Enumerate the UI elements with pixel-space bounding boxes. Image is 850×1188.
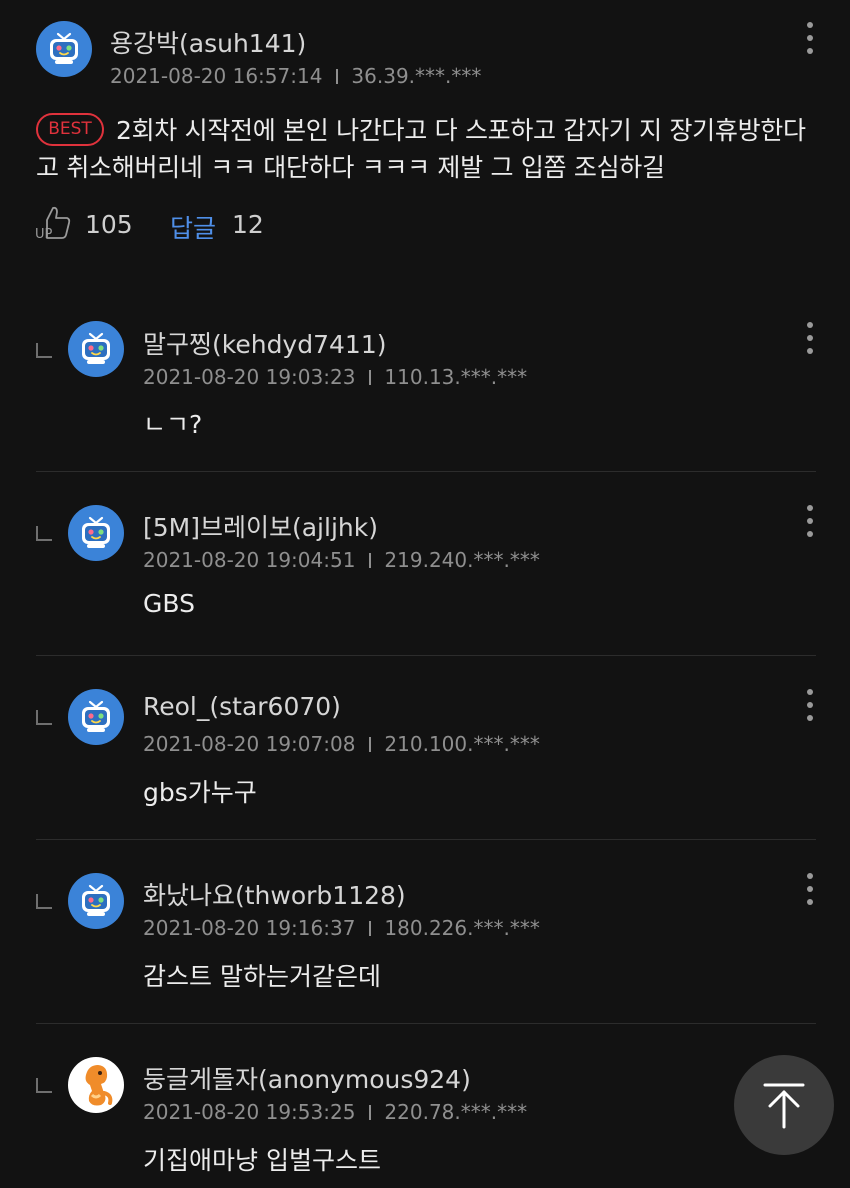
tv-mascot-icon — [82, 884, 110, 916]
divider — [36, 655, 816, 656]
reply-datetime: 2021-08-20 19:07:08 — [143, 732, 356, 756]
like-icon-label: UP — [35, 227, 53, 242]
meta-separator — [336, 69, 339, 84]
more-options-button[interactable] — [800, 871, 820, 907]
arrow-up-icon — [763, 1083, 805, 1129]
reply-indent-icon — [36, 343, 52, 358]
avatar[interactable] — [68, 321, 124, 377]
comment-thread: 용강박(asuh141) 2021-08-20 16:57:14 36.39.**… — [0, 0, 850, 1188]
scroll-top-button[interactable] — [734, 1055, 834, 1155]
reply-author[interactable]: [5M]브레이보(ajljhk) — [143, 508, 378, 544]
reply-body: 기집애마냥 입벌구스트 — [143, 1146, 381, 1175]
reply-datetime: 2021-08-20 19:03:23 — [143, 365, 356, 389]
comment-body: 2회차 시작전에 본인 나간다고 다 스포하고 갑자기 지 장기휴방한다고 취소… — [36, 116, 806, 182]
like-count: 105 — [85, 210, 133, 239]
reply-ip: 180.226.***.*** — [384, 916, 540, 940]
more-options-button[interactable] — [800, 687, 820, 723]
avatar[interactable] — [68, 505, 124, 561]
meta-separator — [369, 1105, 372, 1120]
tv-mascot-icon — [82, 332, 110, 364]
best-badge: BEST — [36, 113, 104, 146]
thumbs-up-icon[interactable]: UP — [34, 202, 74, 242]
reply-ip: 220.78.***.*** — [384, 1100, 528, 1124]
reply-author[interactable]: 화났나요(thworb1128) — [143, 876, 406, 912]
avatar[interactable] — [68, 873, 124, 929]
reply-ip: 219.240.***.*** — [384, 548, 540, 572]
reply-meta: 2021-08-20 19:53:25 220.78.***.*** — [143, 1100, 527, 1124]
reply-count: 12 — [232, 210, 264, 239]
reply-author[interactable]: 둥글게돌자(anonymous924) — [143, 1060, 471, 1096]
reply-author[interactable]: 말구찡(kehdyd7411) — [143, 325, 386, 361]
reply-indent-icon — [36, 1078, 52, 1093]
meta-separator — [369, 370, 372, 385]
tv-mascot-icon — [82, 516, 110, 548]
tv-mascot-icon — [82, 700, 110, 732]
reply-body: 감스트 말하는거같은데 — [143, 962, 381, 991]
meta-separator — [369, 553, 372, 568]
divider — [36, 839, 816, 840]
reply-body: ㄴㄱ? — [143, 410, 203, 439]
reply-indent-icon — [36, 894, 52, 909]
comment-author[interactable]: 용강박(asuh141) — [110, 24, 306, 60]
reply-ip: 210.100.***.*** — [384, 732, 540, 756]
reply-body: gbs가누구 — [143, 778, 257, 807]
meta-separator — [369, 737, 372, 752]
divider — [36, 1023, 816, 1024]
more-options-button[interactable] — [800, 503, 820, 539]
avatar[interactable] — [36, 21, 92, 77]
reply-indent-icon — [36, 526, 52, 541]
reply-button[interactable]: 답글 — [170, 209, 216, 245]
avatar[interactable] — [68, 689, 124, 745]
more-options-button[interactable] — [800, 20, 820, 56]
reply-ip: 110.13.***.*** — [384, 365, 528, 389]
meta-separator — [369, 921, 372, 936]
reply-body: GBS — [143, 589, 195, 618]
reply-meta: 2021-08-20 19:04:51 219.240.***.*** — [143, 548, 540, 572]
reply-meta: 2021-08-20 19:03:23 110.13.***.*** — [143, 365, 527, 389]
avatar[interactable] — [68, 1057, 124, 1113]
comment-datetime: 2021-08-20 16:57:14 — [110, 64, 323, 88]
tv-mascot-icon — [50, 32, 78, 64]
comment-ip: 36.39.***.*** — [351, 64, 482, 88]
reply-meta: 2021-08-20 19:16:37 180.226.***.*** — [143, 916, 540, 940]
comment-meta: 2021-08-20 16:57:14 36.39.***.*** — [110, 64, 481, 88]
reply-meta: 2021-08-20 19:07:08 210.100.***.*** — [143, 732, 540, 756]
divider — [36, 471, 816, 472]
reply-datetime: 2021-08-20 19:04:51 — [143, 548, 356, 572]
reply-indent-icon — [36, 710, 52, 725]
reply-author[interactable]: Reol_(star6070) — [143, 692, 341, 721]
orange-character-icon — [85, 1065, 113, 1106]
more-options-button[interactable] — [800, 320, 820, 356]
reply-datetime: 2021-08-20 19:16:37 — [143, 916, 356, 940]
reply-datetime: 2021-08-20 19:53:25 — [143, 1100, 356, 1124]
